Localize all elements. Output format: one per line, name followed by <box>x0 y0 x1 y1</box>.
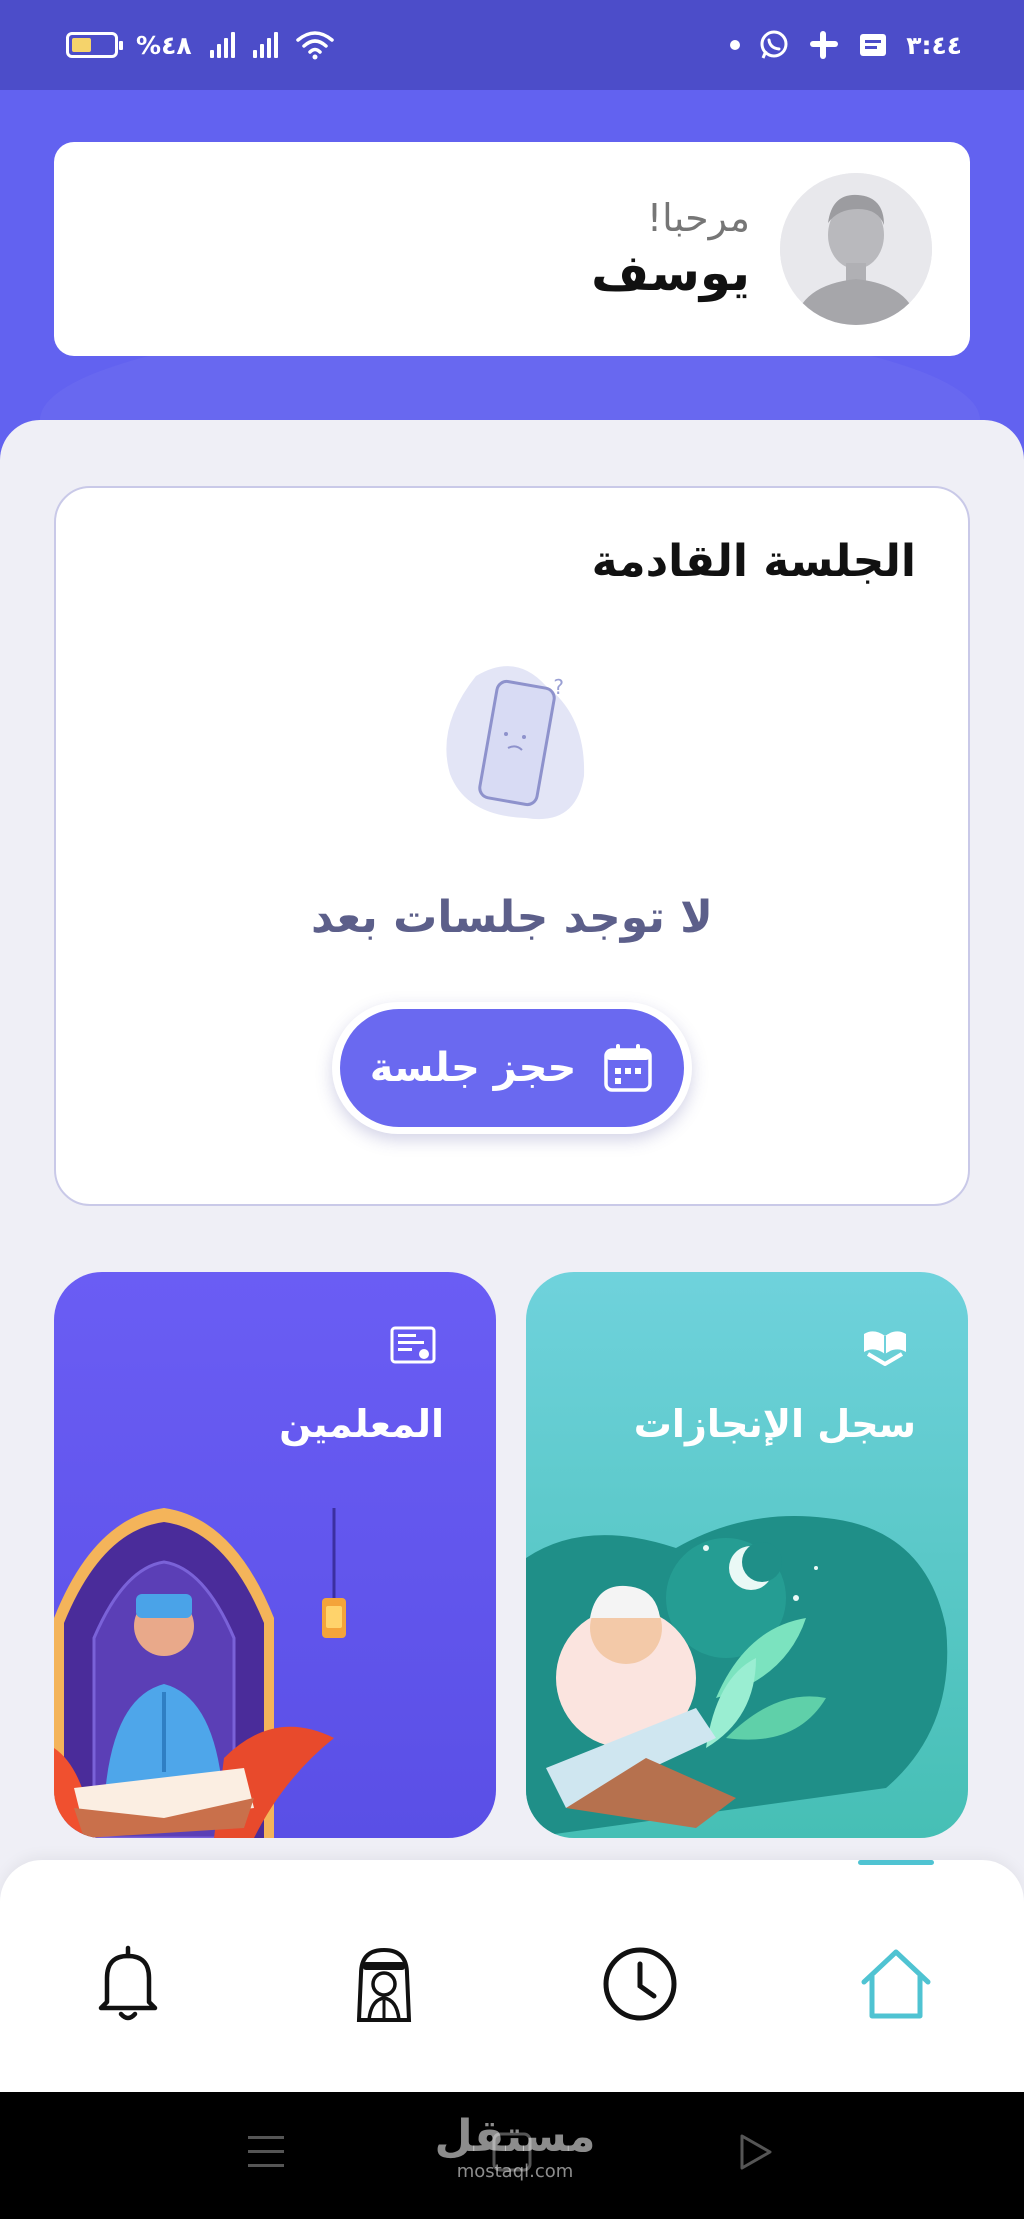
username: يوسف <box>591 244 750 302</box>
bell-icon <box>98 1945 158 2021</box>
book-session-button-inner[interactable]: حجز جلسة <box>340 1009 684 1127</box>
teachers-tile[interactable]: المعلمين <box>54 1272 496 1838</box>
system-nav-bar: مستقل mostaql.com <box>0 2092 1024 2219</box>
upcoming-session-title: الجلسة القادمة <box>591 536 916 587</box>
quran-book-icon <box>864 1331 906 1366</box>
greeting-text: مرحبا! <box>646 196 750 240</box>
calendar-icon <box>604 1044 653 1092</box>
status-bar: %٤٨ ٣:٤٤ <box>0 0 1024 90</box>
status-left: %٤٨ <box>66 30 334 60</box>
reading-boy-illustration <box>526 1516 948 1838</box>
teacher-icon <box>356 1947 412 2022</box>
back-triangle-icon[interactable] <box>736 2130 776 2174</box>
welcome-text: مرحبا! يوسف <box>591 196 750 302</box>
clock-icon <box>603 1947 677 2021</box>
slack-icon <box>810 31 839 59</box>
empty-sessions-message: لا توجد جلسات بعد <box>311 892 713 943</box>
upcoming-session-card: الجلسة القادمة ? لا توجد جلسات بعد حجز ج… <box>54 486 970 1206</box>
achievements-tile[interactable]: سجل الإنجازات <box>526 1272 968 1838</box>
nav-notifications[interactable] <box>80 1936 176 2032</box>
book-session-label: حجز جلسة <box>369 1045 577 1091</box>
home-icon <box>861 1949 931 2019</box>
certificate-icon <box>390 1326 436 1364</box>
active-tab-indicator <box>858 1860 934 1865</box>
nav-teachers[interactable] <box>336 1936 432 2032</box>
signal-icon <box>209 32 235 58</box>
whatsapp-icon <box>760 30 788 59</box>
signal-icon <box>252 32 278 58</box>
notification-icon <box>860 34 887 56</box>
battery-percent: %٤٨ <box>136 30 192 60</box>
no-sessions-illustration: ? <box>446 666 585 820</box>
status-right: ٣:٤٤ <box>730 29 962 61</box>
user-avatar-icon <box>780 173 932 325</box>
svg-text:?: ? <box>553 675 564 699</box>
welcome-card: مرحبا! يوسف <box>54 142 970 356</box>
menu-icon[interactable] <box>246 2130 286 2174</box>
teachers-title: المعلمين <box>279 1402 444 1446</box>
nav-home[interactable] <box>848 1936 944 2032</box>
bottom-nav <box>0 1860 1024 2092</box>
watermark: مستقل mostaql.com <box>430 2112 600 2182</box>
battery-icon <box>66 32 123 58</box>
watermark-main: مستقل <box>434 2111 596 2162</box>
wifi-icon <box>295 31 334 60</box>
achievements-title: سجل الإنجازات <box>633 1402 916 1446</box>
nav-history[interactable] <box>592 1936 688 2032</box>
status-time: ٣:٤٤ <box>906 30 962 60</box>
book-session-button[interactable]: حجز جلسة <box>332 1002 692 1134</box>
watermark-sub: mostaql.com <box>456 2161 574 2182</box>
teacher-illustration <box>54 1508 346 1838</box>
battery-level <box>72 38 92 52</box>
dot-icon <box>730 40 741 50</box>
avatar[interactable] <box>780 173 932 325</box>
